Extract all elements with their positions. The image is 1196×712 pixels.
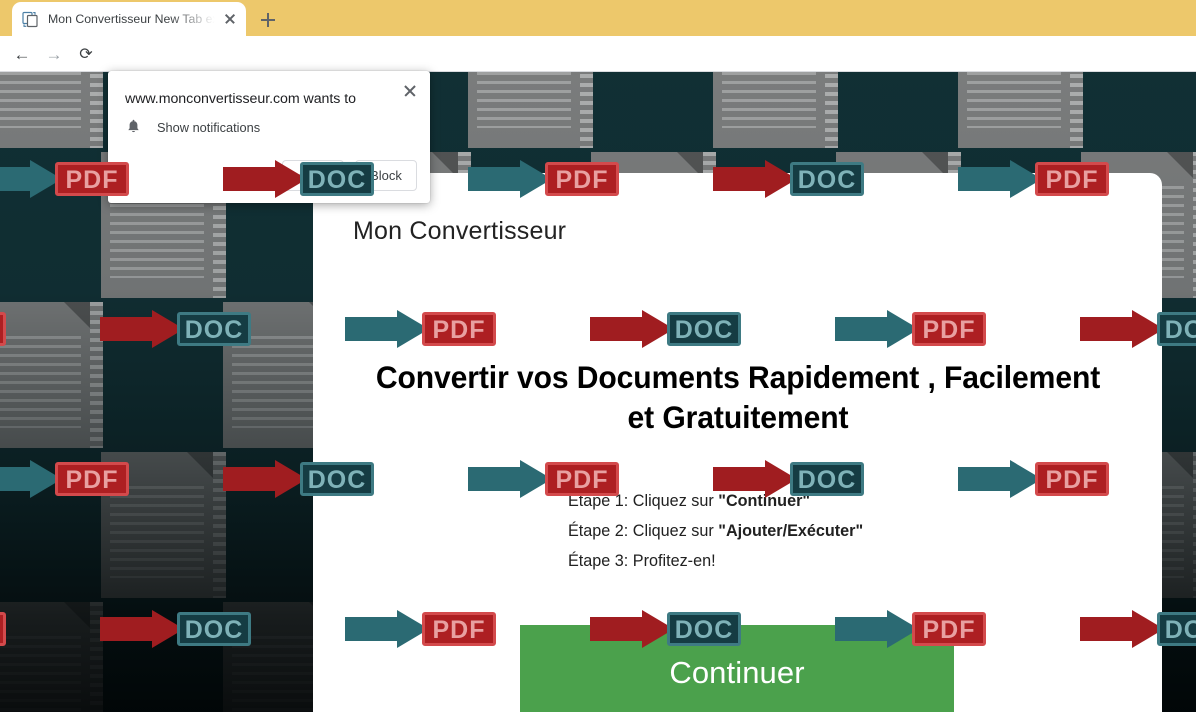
right-arrow-icon — [223, 460, 307, 498]
document-edge — [580, 72, 593, 148]
doc-badge: DOC — [177, 612, 251, 646]
arrow-left-icon[interactable]: ← — [10, 43, 34, 67]
doc-badge: DOC — [177, 312, 251, 346]
page-title: Mon Convertisseur — [353, 217, 566, 246]
right-arrow-icon — [713, 460, 797, 498]
doc-badge: DOC — [300, 462, 374, 496]
pdf-badge: PDF — [422, 312, 496, 346]
document-sheet-icon — [0, 302, 90, 448]
right-arrow-icon — [345, 310, 429, 348]
document-lines — [0, 336, 81, 428]
background-document: PDF — [920, 72, 1165, 152]
background-document: DOC — [0, 452, 63, 602]
right-arrow-icon — [590, 610, 674, 648]
right-arrow-icon — [100, 310, 184, 348]
permission-title: www.monconvertisseur.com wants to — [125, 91, 356, 107]
right-arrow-icon — [590, 310, 674, 348]
document-lines — [0, 636, 81, 712]
list-item: Étape 3: Profitez-en! — [568, 546, 1123, 576]
permission-row: Show notifications — [125, 119, 260, 136]
permission-label: Show notifications — [157, 120, 260, 135]
background-document: DOC — [1165, 602, 1196, 712]
pdf-badge: PDF — [545, 162, 619, 196]
pdf-badge: PDF — [1035, 462, 1109, 496]
step-text: Étape 3: Profitez-en! — [568, 552, 716, 570]
list-item: Étape 2: Cliquez sur "Ajouter/Exécuter" — [568, 516, 1123, 546]
document-edge — [825, 72, 838, 148]
doc-badge: DOC — [300, 162, 374, 196]
reload-icon[interactable]: ⟳ — [74, 43, 98, 67]
pdf-badge: PDF — [912, 312, 986, 346]
right-arrow-icon — [468, 460, 552, 498]
document-sheet-icon — [0, 602, 90, 712]
background-document: PDF — [0, 602, 185, 712]
right-arrow-icon — [0, 160, 62, 198]
right-arrow-icon — [0, 460, 62, 498]
document-edge — [90, 72, 103, 148]
right-arrow-icon — [958, 160, 1042, 198]
browser-tab[interactable]: Mon Convertisseur New Tab exte — [12, 2, 246, 36]
document-edge — [1070, 72, 1083, 148]
document-sheet-icon — [713, 72, 825, 148]
pdf-badge: PDF — [545, 462, 619, 496]
browser-toolbar: ← → ⟳ https://www.monconvertisseur.com — [0, 36, 1196, 72]
doc-badge: DOC — [1157, 612, 1196, 646]
doc-badge: DOC — [790, 162, 864, 196]
right-arrow-icon — [1080, 610, 1164, 648]
background-document: PDF — [63, 452, 308, 602]
pdf-badge: PDF — [912, 612, 986, 646]
pdf-badge: PDF — [0, 312, 6, 346]
background-document: DOC — [675, 72, 920, 152]
right-arrow-icon — [958, 460, 1042, 498]
close-icon[interactable] — [400, 81, 420, 101]
background-document: DOC — [1165, 302, 1196, 452]
right-arrow-icon — [345, 610, 429, 648]
tab-title: Mon Convertisseur New Tab exte — [48, 2, 218, 36]
step-text: Étape 2: Cliquez sur — [568, 522, 718, 540]
document-lines — [477, 72, 571, 128]
page-copy-icon — [22, 11, 39, 28]
new-tab-button[interactable] — [254, 7, 282, 33]
document-lines — [967, 72, 1061, 128]
right-arrow-icon — [835, 310, 919, 348]
document-lines — [0, 72, 81, 128]
right-arrow-icon — [835, 610, 919, 648]
document-sheet-icon — [468, 72, 580, 148]
doc-badge: DOC — [667, 612, 741, 646]
bell-icon — [125, 119, 142, 136]
background-document: DOC — [0, 152, 63, 302]
right-arrow-icon — [223, 160, 307, 198]
document-sheet-icon — [958, 72, 1070, 148]
right-arrow-icon — [713, 160, 797, 198]
background-document: PDF — [430, 72, 675, 152]
pdf-badge: PDF — [422, 612, 496, 646]
doc-badge: DOC — [790, 462, 864, 496]
doc-badge: DOC — [667, 312, 741, 346]
steps-list: Étape 1: Cliquez sur "Continuer" Étape 2… — [353, 486, 1123, 576]
pdf-badge: PDF — [55, 162, 129, 196]
background-document: DOC — [1165, 72, 1196, 152]
document-sheet-icon — [0, 72, 90, 148]
right-arrow-icon — [100, 610, 184, 648]
right-arrow-icon — [1080, 310, 1164, 348]
right-arrow-icon — [468, 160, 552, 198]
background-document: PDF — [0, 302, 185, 452]
step-emphasis: "Ajouter/Exécuter" — [718, 522, 863, 540]
tab-strip: Mon Convertisseur New Tab exte — [0, 0, 1196, 36]
headline: Convertir vos Documents Rapidement , Fac… — [370, 357, 1105, 437]
close-icon[interactable] — [220, 9, 240, 29]
document-lines — [110, 486, 204, 578]
browser-window: Mon Convertisseur New Tab exte ← → ⟳ htt… — [0, 0, 1196, 712]
doc-badge: DOC — [1157, 312, 1196, 346]
pdf-badge: PDF — [55, 462, 129, 496]
document-lines — [722, 72, 816, 128]
document-lines — [232, 336, 326, 428]
document-lines — [232, 636, 326, 712]
pdf-badge: PDF — [1035, 162, 1109, 196]
pdf-badge: PDF — [0, 612, 6, 646]
arrow-right-icon[interactable]: → — [42, 43, 66, 67]
